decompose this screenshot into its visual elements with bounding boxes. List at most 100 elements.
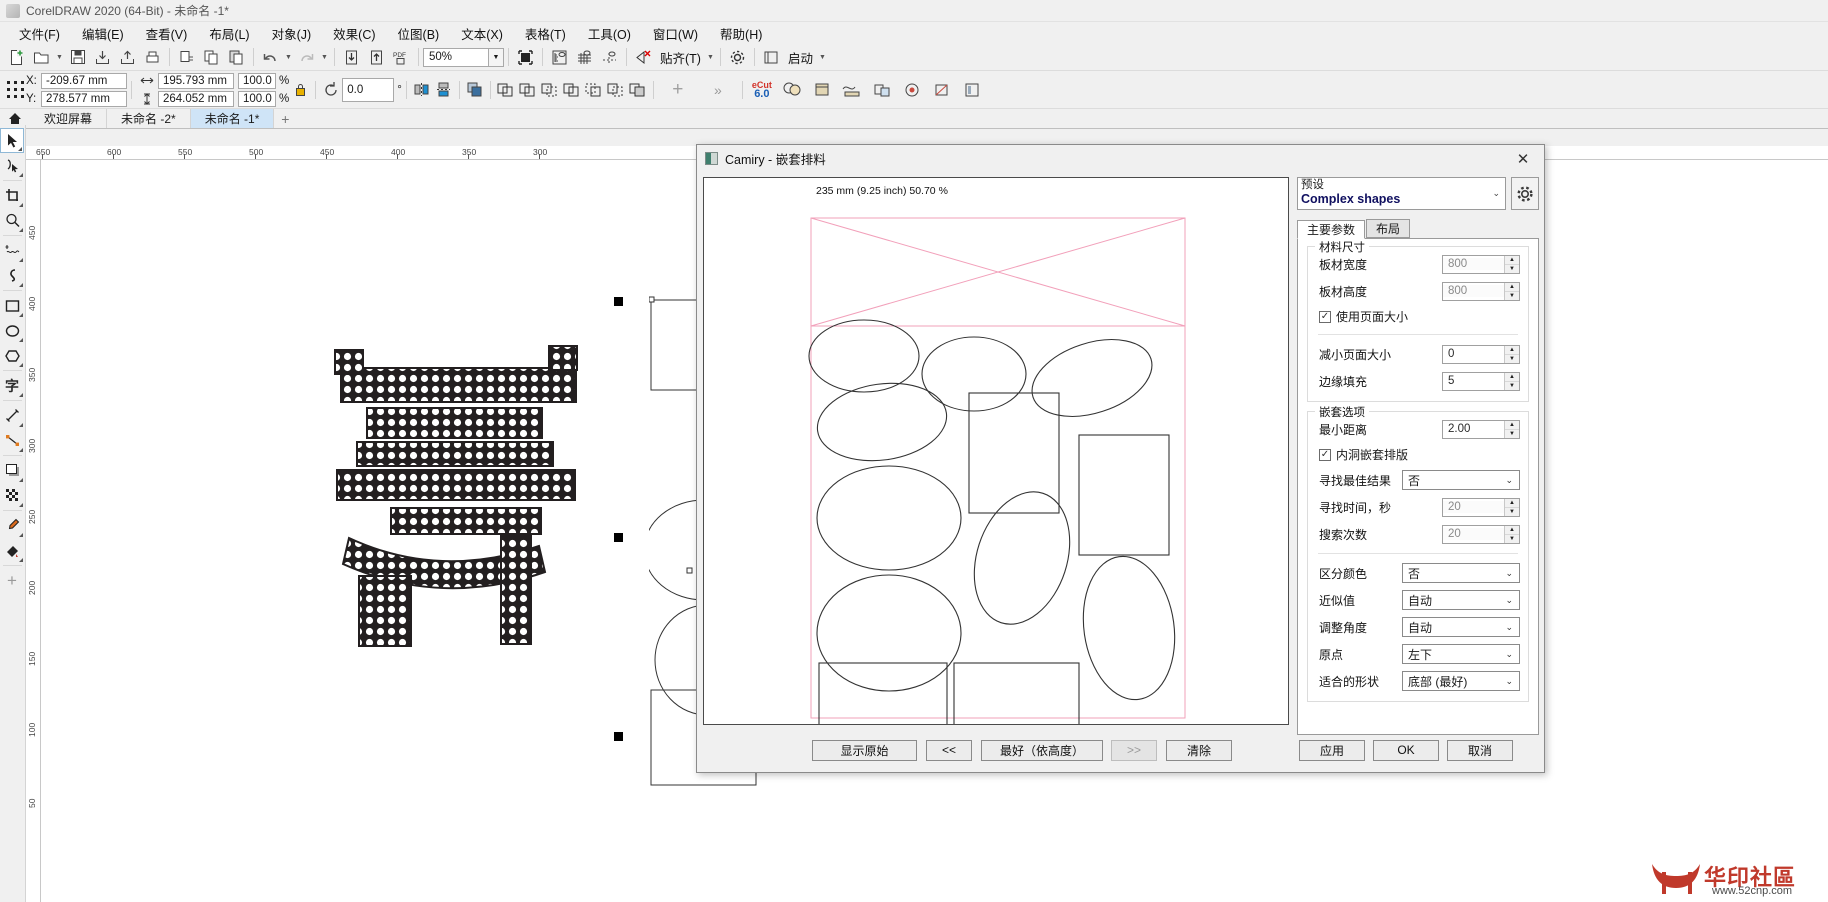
previous-button[interactable]: << bbox=[926, 739, 972, 761]
stepper-down-icon[interactable]: ▼ bbox=[1505, 354, 1519, 363]
zoom-level-input[interactable]: 50% bbox=[423, 47, 489, 67]
dialog-titlebar[interactable]: Camiry - 嵌套排料 ✕ bbox=[697, 145, 1544, 172]
shape-tool[interactable] bbox=[0, 153, 24, 178]
min-distance-input[interactable]: 2.00 ▲ ▼ bbox=[1442, 419, 1520, 439]
zoom-tool-flyout-icon[interactable] bbox=[19, 228, 23, 232]
snap-off-icon[interactable] bbox=[631, 46, 656, 69]
chevron-down-icon[interactable]: ⌄ bbox=[1505, 649, 1513, 660]
ecut-nest-icon[interactable] bbox=[777, 79, 807, 101]
pick-tool[interactable] bbox=[0, 128, 24, 153]
search-count-stepper[interactable]: ▲ ▼ bbox=[1504, 525, 1519, 543]
lock-ratio-icon[interactable] bbox=[289, 79, 311, 101]
redo-history-chevron-icon[interactable]: ▼ bbox=[319, 46, 330, 69]
zoom-level-chevron-icon[interactable]: ▼ bbox=[489, 47, 504, 67]
selection-handle[interactable] bbox=[614, 732, 623, 741]
mirror-vertical-icon[interactable] bbox=[433, 79, 455, 101]
drop-shadow-flyout-icon[interactable] bbox=[19, 478, 23, 482]
stepper-down-icon[interactable]: ▼ bbox=[1505, 507, 1519, 516]
stepper-up-icon[interactable]: ▲ bbox=[1505, 345, 1519, 355]
menu-layout[interactable]: 布局(L) bbox=[198, 22, 260, 45]
min-distance-stepper[interactable]: ▲ ▼ bbox=[1504, 420, 1519, 438]
transparency-tool[interactable] bbox=[0, 483, 24, 508]
settings-tab-0[interactable]: 主要参数 bbox=[1297, 220, 1366, 239]
chevron-down-icon[interactable]: ⌄ bbox=[1505, 475, 1513, 486]
chevron-down-icon[interactable]: ⌄ bbox=[1505, 595, 1513, 606]
stepper-up-icon[interactable]: ▲ bbox=[1505, 525, 1519, 535]
nesting-dialog[interactable]: Camiry - 嵌套排料 ✕ 235 mm (9.25 inch) 50.70… bbox=[696, 144, 1545, 773]
menu-window[interactable]: 窗口(W) bbox=[642, 22, 709, 45]
nesting-preview[interactable]: 235 mm (9.25 inch) 50.70 % bbox=[703, 177, 1289, 725]
back-minus-front-icon[interactable] bbox=[605, 79, 627, 101]
undo-icon[interactable] bbox=[258, 46, 283, 69]
drop-shadow-tool[interactable] bbox=[0, 458, 24, 483]
color-eyedropper-tool[interactable] bbox=[0, 513, 24, 538]
connector-tool-flyout-icon[interactable] bbox=[19, 448, 23, 452]
add-page-icon[interactable]: + bbox=[274, 109, 296, 128]
stepper-down-icon[interactable]: ▼ bbox=[1505, 381, 1519, 390]
text-tool-flyout-icon[interactable] bbox=[19, 393, 23, 397]
stepper-down-icon[interactable]: ▼ bbox=[1505, 264, 1519, 273]
full-screen-preview-icon[interactable] bbox=[513, 46, 538, 69]
transparency-flyout-icon[interactable] bbox=[19, 503, 23, 507]
ecut-plugin-icon[interactable]: eCut 6.0 bbox=[747, 79, 777, 101]
scale-y-input[interactable]: 100.0 bbox=[238, 90, 276, 107]
position-y-input[interactable]: 278.577 mm bbox=[41, 90, 127, 107]
grid-icon[interactable] bbox=[572, 46, 597, 69]
redo-icon[interactable] bbox=[294, 46, 319, 69]
menu-table[interactable]: 表格(T) bbox=[514, 22, 577, 45]
reduce-page-size-input[interactable]: 0 ▲ ▼ bbox=[1442, 344, 1520, 364]
open-folder-icon[interactable] bbox=[29, 46, 54, 69]
pick-tool-flyout-icon[interactable] bbox=[18, 147, 22, 151]
guidelines-icon[interactable] bbox=[597, 46, 622, 69]
edge-padding-input[interactable]: 5 ▲ ▼ bbox=[1442, 371, 1520, 391]
crop-tool[interactable] bbox=[0, 183, 24, 208]
position-x-input[interactable]: -209.67 mm bbox=[41, 72, 127, 89]
fill-tool-flyout-icon[interactable] bbox=[19, 558, 23, 562]
chevron-down-icon[interactable]: ⌄ bbox=[1505, 676, 1513, 687]
rectangle-tool[interactable] bbox=[0, 293, 24, 318]
launch-label[interactable]: 启动 bbox=[784, 48, 817, 67]
menu-help[interactable]: 帮助(H) bbox=[709, 22, 773, 45]
menu-bitmap[interactable]: 位图(B) bbox=[387, 22, 451, 45]
best-by-height-button[interactable]: 最好（依高度） bbox=[981, 739, 1103, 761]
rectangle-tool-flyout-icon[interactable] bbox=[19, 313, 23, 317]
object-origin-icon[interactable] bbox=[4, 79, 26, 101]
object-height-input[interactable]: 264.052 mm bbox=[158, 90, 234, 107]
export-icon[interactable] bbox=[115, 46, 140, 69]
origin-combo[interactable]: 左下 ⌄ bbox=[1402, 644, 1520, 664]
launch-chevron-icon[interactable]: ▼ bbox=[817, 46, 828, 69]
connector-tool[interactable] bbox=[0, 428, 24, 453]
stepper-down-icon[interactable]: ▼ bbox=[1505, 534, 1519, 543]
text-tool[interactable]: 字 bbox=[0, 373, 24, 398]
undo-history-chevron-icon[interactable]: ▼ bbox=[283, 46, 294, 69]
chevron-down-icon[interactable]: ⌄ bbox=[1505, 568, 1513, 579]
chevron-down-icon[interactable]: ⌄ bbox=[1492, 188, 1500, 199]
ecut-tool3-icon[interactable] bbox=[837, 79, 867, 101]
cancel-button[interactable]: 取消 bbox=[1447, 739, 1513, 761]
close-icon[interactable]: ✕ bbox=[1502, 145, 1544, 172]
customize-toolbox[interactable]: + bbox=[0, 568, 24, 593]
artistic-media-flyout-icon[interactable] bbox=[19, 283, 23, 287]
board-width-stepper[interactable]: ▲ ▼ bbox=[1504, 255, 1519, 273]
apply-button[interactable]: 应用 bbox=[1299, 739, 1365, 761]
ecut-tool4-icon[interactable] bbox=[867, 79, 897, 101]
save-icon[interactable] bbox=[65, 46, 90, 69]
show-original-button[interactable]: 显示原始 bbox=[812, 739, 917, 761]
object-width-input[interactable]: 195.793 mm bbox=[158, 72, 234, 89]
polygon-tool-flyout-icon[interactable] bbox=[19, 363, 23, 367]
reduce-page-size-stepper[interactable]: ▲ ▼ bbox=[1504, 345, 1519, 363]
selection-handle[interactable] bbox=[614, 297, 623, 306]
search-time-stepper[interactable]: ▲ ▼ bbox=[1504, 498, 1519, 516]
chevron-down-icon[interactable]: ⌄ bbox=[1505, 622, 1513, 633]
stepper-up-icon[interactable]: ▲ bbox=[1505, 372, 1519, 382]
board-width-input[interactable]: 800 ▲ ▼ bbox=[1442, 254, 1520, 274]
weld-icon[interactable] bbox=[495, 79, 517, 101]
zoom-tool[interactable] bbox=[0, 208, 24, 233]
stepper-up-icon[interactable]: ▲ bbox=[1505, 420, 1519, 430]
distinguish-color-combo[interactable]: 否 ⌄ bbox=[1402, 563, 1520, 583]
search-count-input[interactable]: 20 ▲ ▼ bbox=[1442, 524, 1520, 544]
vertical-ruler[interactable]: 450 400 350 300 250 200 150 100 50 bbox=[26, 160, 41, 902]
front-minus-back-icon[interactable] bbox=[583, 79, 605, 101]
approximation-combo[interactable]: 自动 ⌄ bbox=[1402, 590, 1520, 610]
print-icon[interactable] bbox=[140, 46, 165, 69]
